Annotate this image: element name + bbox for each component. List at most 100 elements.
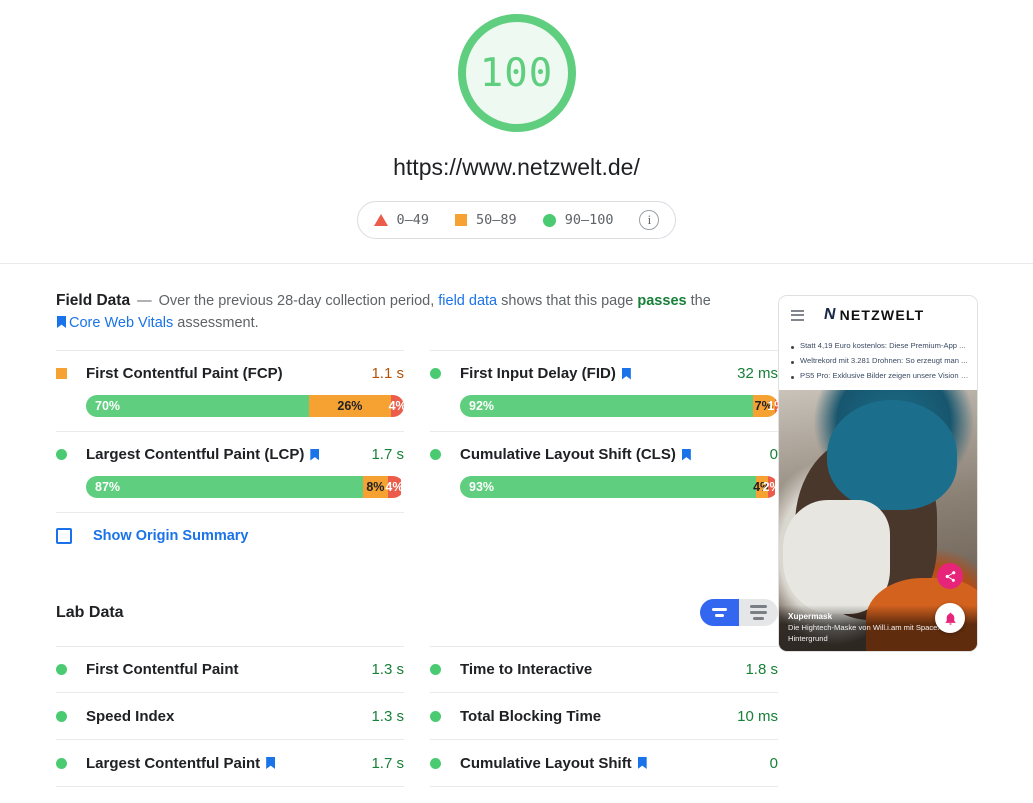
- circle-icon: [56, 449, 67, 460]
- circle-icon: [542, 213, 556, 227]
- field-data-desc-1: Over the previous 28-day collection peri…: [158, 293, 435, 309]
- circle-icon: [430, 664, 441, 675]
- field-data-desc-4: assessment.: [177, 315, 259, 331]
- bookmark-icon: [266, 757, 276, 769]
- field-data-header: Field Data — Over the previous 28-day coll…: [56, 290, 726, 334]
- field-data-dash: —: [137, 293, 152, 309]
- field-metric-distribution: 87% 8% 4%: [86, 476, 404, 498]
- screenshot-topbar: N NETZWELT: [779, 296, 977, 334]
- distribution-segment-poor: 4%: [389, 395, 404, 417]
- three-line-icon-bar-2: [750, 611, 767, 614]
- circle-icon: [56, 710, 67, 722]
- field-data-passes: passes: [637, 293, 687, 309]
- lab-view-toggle: [700, 599, 778, 626]
- lab-metrics-grid: First Contentful Paint 1.3 s Time to Inter…: [56, 646, 778, 787]
- lab-metric-value: 1.3 s: [371, 661, 404, 678]
- field-metric: First Contentful Paint (FCP) 1.1 s 70% 26% 4…: [56, 350, 404, 431]
- field-metric: Cumulative Layout Shift (CLS) 0 93%4%2%: [430, 431, 778, 512]
- square-icon: [56, 368, 67, 379]
- field-metric-name: First Input Delay (FID): [460, 365, 616, 382]
- circle-icon: [430, 710, 441, 722]
- circle-icon: [430, 757, 441, 769]
- lab-data-title: Lab Data: [56, 603, 124, 621]
- bullet-icon: [791, 361, 794, 364]
- screenshot-headline-list: Statt 4,19 Euro kostenlos: Diese Premium…: [779, 334, 977, 390]
- lab-metric-row[interactable]: Total Blocking Time 10 ms: [430, 693, 778, 740]
- legend-wrapper: 0–49 50–89 90–100 i: [0, 201, 1033, 239]
- field-data-desc-2: shows that this page: [501, 293, 634, 309]
- lab-metric-value: 0: [769, 754, 778, 772]
- lab-metric-row[interactable]: First Contentful Paint 1.3 s: [56, 646, 404, 693]
- lab-metric-name: Largest Contentful Paint: [86, 754, 261, 772]
- score-value: 100: [479, 50, 554, 96]
- compact-view-button[interactable]: [700, 599, 739, 626]
- lab-metric-row[interactable]: Speed Index 1.3 s: [56, 693, 404, 740]
- field-metric-distribution: 70%26%4%: [86, 395, 404, 417]
- legend-item-average: 50–89: [455, 212, 517, 228]
- bookmark-icon: [637, 757, 647, 769]
- field-data-desc-3: the: [690, 293, 711, 309]
- field-metric-value: 1.7 s: [371, 446, 404, 463]
- lab-metric-value: 1.3 s: [371, 707, 404, 725]
- detail-view-button[interactable]: [739, 599, 778, 626]
- screenshot-headline-item: PS5 Pro: Exklusive Bilder zeigen unsere …: [787, 370, 969, 381]
- two-line-icon-bar-2: [715, 614, 724, 617]
- lab-data-header: Lab Data: [56, 599, 778, 626]
- distribution-segment-good: 93%: [460, 476, 756, 498]
- lab-metric-name: Total Blocking Time: [460, 707, 602, 725]
- lab-metric-name: First Contentful Paint: [86, 661, 239, 678]
- body-area: Field Data — Over the previous 28-day coll…: [0, 264, 1033, 787]
- circle-icon: [430, 449, 441, 460]
- field-metric: First Input Delay (FID) 32 ms 92%7%1%: [430, 350, 778, 431]
- legend-label-good: 90–100: [564, 212, 614, 228]
- distribution-segment-good: 87%: [86, 476, 363, 498]
- square-icon: [455, 214, 468, 226]
- field-metric-distribution: 92%7%1%: [460, 395, 778, 417]
- bookmark-icon: [621, 367, 631, 380]
- lab-metric-row[interactable]: Time to Interactive 1.8 s: [430, 646, 778, 693]
- site-logo: N NETZWELT: [823, 306, 925, 324]
- triangle-icon: [373, 214, 388, 226]
- site-name: NETZWELT: [839, 307, 925, 323]
- score-gauge-wrapper: 100: [0, 14, 1033, 132]
- lab-metric-value: 1.8 s: [745, 661, 778, 678]
- page-screenshot-thumbnail[interactable]: N NETZWELT Statt 4,19 Euro kostenlos: Di…: [778, 295, 978, 652]
- field-data-link[interactable]: field data: [438, 293, 497, 309]
- score-header: 100 https://www.netzwelt.de/ 0–49 50–89 …: [0, 0, 1033, 264]
- circle-icon: [430, 368, 441, 379]
- core-web-vitals-link[interactable]: Core Web Vitals: [69, 315, 173, 331]
- legend-label-poor: 0–49: [396, 212, 430, 228]
- field-metric: Largest Contentful Paint (LCP) 1.7 s 87% 8%…: [56, 431, 404, 512]
- show-origin-summary-row[interactable]: Show Origin Summary: [56, 512, 404, 544]
- bookmark-icon: [310, 448, 320, 461]
- info-icon[interactable]: i: [639, 210, 660, 230]
- show-origin-summary-checkbox[interactable]: [56, 528, 72, 544]
- bookmark-icon: [681, 448, 691, 461]
- page-url: https://www.netzwelt.de/: [393, 154, 640, 180]
- screenshot-headline-text: Weltrekord mit 3.281 Drohnen: So erzeugt…: [800, 356, 968, 365]
- screenshot-hero-image: Xupermask Die Hightech-Maske von Will.i.…: [779, 390, 977, 651]
- bullet-icon: [791, 376, 794, 379]
- lab-metric-row[interactable]: Largest Contentful Paint 1.7 s: [56, 740, 404, 787]
- performance-score-gauge[interactable]: 100: [457, 14, 576, 132]
- left-column: Field Data — Over the previous 28-day coll…: [0, 290, 778, 787]
- screenshot-headline-item: Weltrekord mit 3.281 Drohnen: So erzeugt…: [787, 355, 969, 366]
- legend-item-poor: 0–49: [373, 212, 430, 228]
- field-metric-name: Largest Contentful Paint (LCP): [86, 446, 305, 463]
- distribution-segment-avg: 8%: [362, 476, 389, 498]
- field-metric-name: Cumulative Layout Shift (CLS): [460, 446, 676, 463]
- field-metric-distribution: 93%4%2%: [460, 476, 778, 498]
- three-line-icon-bar-3: [753, 617, 764, 620]
- bell-icon: [935, 603, 965, 633]
- distribution-segment-good: 70%: [86, 395, 309, 417]
- distribution-segment-avg: 26%: [308, 395, 392, 417]
- lab-metric-value: 10 ms: [737, 707, 778, 725]
- field-data-title: Field Data: [56, 292, 131, 309]
- circle-icon: [56, 664, 67, 675]
- hamburger-icon: [791, 309, 804, 321]
- bullet-icon: [791, 346, 794, 349]
- lab-metric-name: Time to Interactive: [460, 661, 593, 678]
- lab-metric-row[interactable]: Cumulative Layout Shift 0: [430, 740, 778, 787]
- field-metric-row: First Input Delay (FID) 32 ms: [430, 365, 778, 382]
- legend-label-average: 50–89: [476, 212, 517, 228]
